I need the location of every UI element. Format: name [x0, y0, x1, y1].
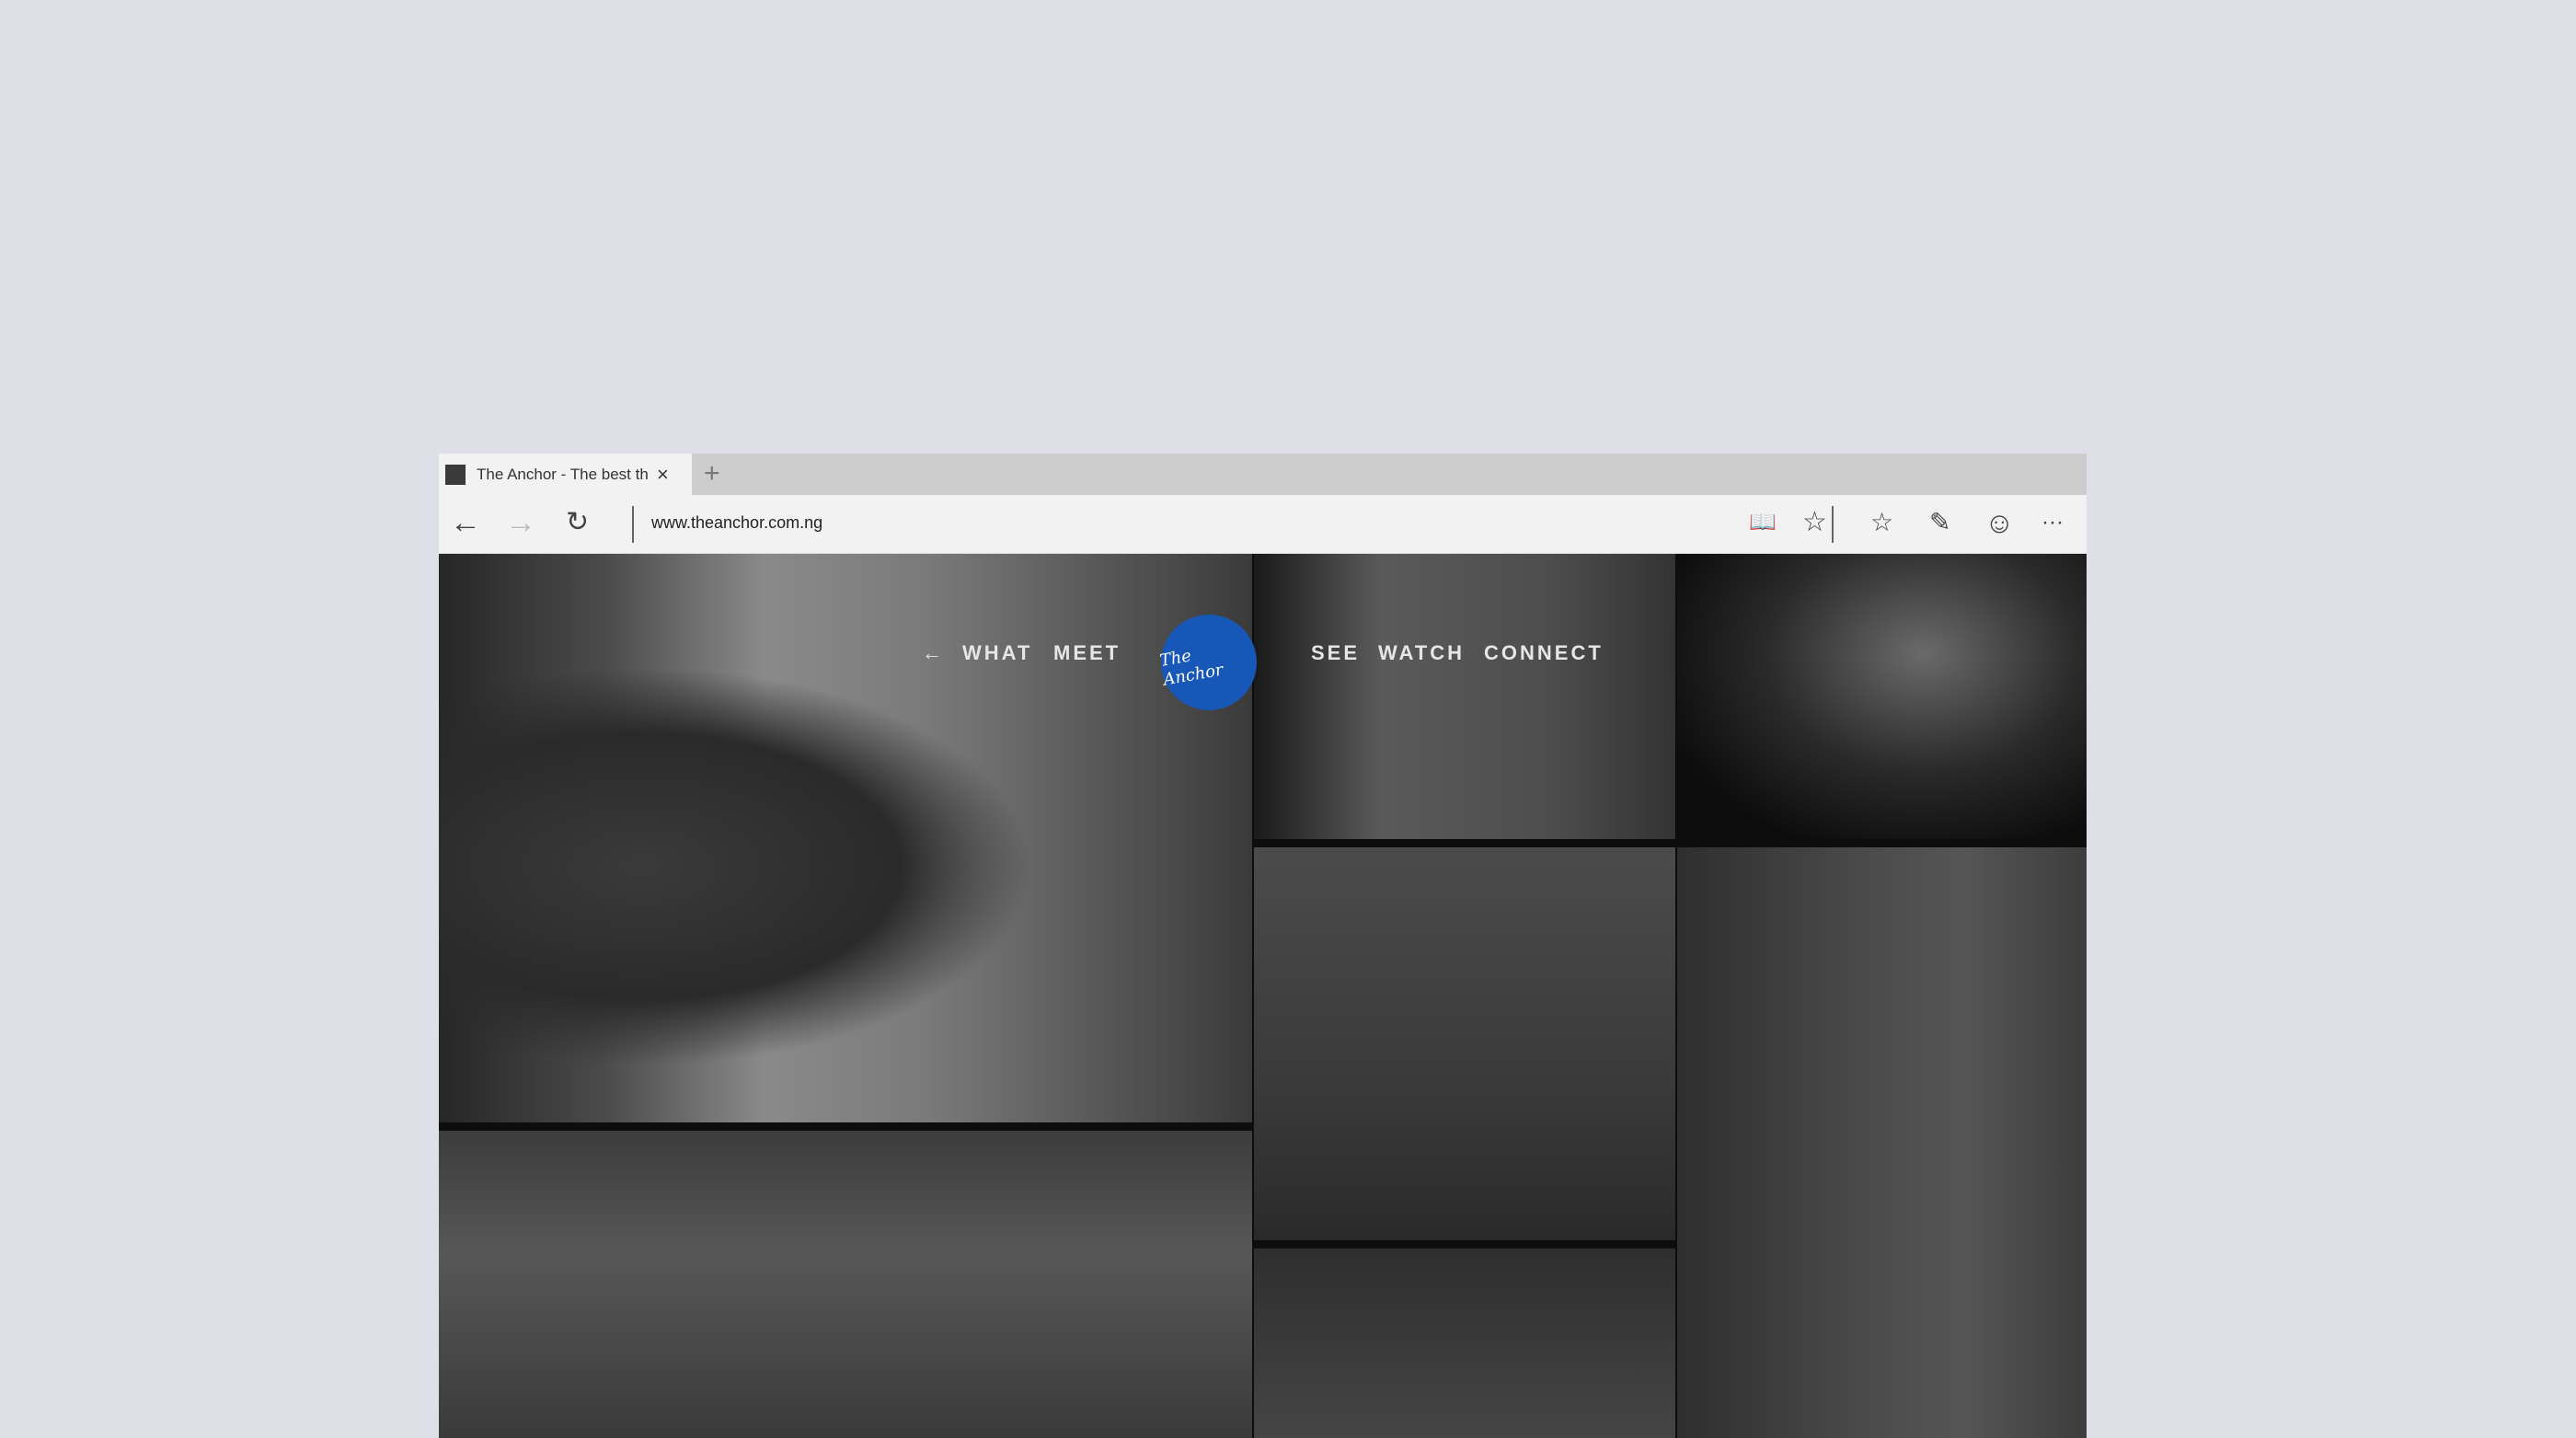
browser-tab[interactable]: The Anchor - The best th ×: [439, 454, 692, 495]
nav-connect[interactable]: CONNECT: [1484, 641, 1604, 665]
favicon-icon: [445, 464, 466, 485]
address-bar: ← → ↻ www.theanchor.com.ng 📖 ☆ ☆ ✎ ☺ ···: [439, 495, 2087, 554]
feedback-smiley-icon[interactable]: ☺: [1984, 504, 2015, 541]
nav-meet[interactable]: MEET: [1053, 641, 1121, 665]
browser-window: The Anchor - The best th × + ← → ↻ www.t…: [439, 454, 2087, 1438]
refresh-icon[interactable]: ↻: [566, 504, 589, 541]
photo-bookstore-pair: [1254, 847, 1675, 1240]
page-content: ← WHAT MEET The Anchor SEE WATCH CONNECT: [439, 554, 2087, 1438]
more-icon[interactable]: ···: [2041, 504, 2064, 541]
tab-title: The Anchor - The best th: [477, 465, 649, 483]
nav-back-arrow-icon[interactable]: ←: [922, 641, 942, 665]
the-anchor-logo[interactable]: The Anchor: [1158, 615, 1257, 710]
favorites-hub-icon[interactable]: ☆: [1870, 504, 1893, 541]
photo-podium-speaker: [439, 1131, 1252, 1438]
reading-view-icon[interactable]: 📖: [1749, 504, 1777, 541]
photo-man-bowtie: [1677, 847, 2087, 1438]
site-nav: ← WHAT MEET The Anchor SEE WATCH CONNECT: [439, 554, 2087, 710]
back-icon[interactable]: ←: [450, 504, 481, 541]
nav-what[interactable]: WHAT: [962, 641, 1032, 665]
forward-icon[interactable]: →: [505, 504, 536, 541]
logo-text: The Anchor: [1158, 646, 1225, 690]
divider: [1832, 506, 1834, 543]
url-input[interactable]: www.theanchor.com.ng: [651, 513, 822, 533]
web-note-icon[interactable]: ✎: [1929, 504, 1950, 541]
tab-bar: The Anchor - The best th × +: [439, 454, 2087, 495]
nav-see[interactable]: SEE: [1311, 641, 1360, 665]
new-tab-button[interactable]: +: [704, 458, 720, 489]
divider: [632, 506, 634, 543]
nav-watch[interactable]: WATCH: [1378, 641, 1465, 665]
photo-speakers-stage: [1254, 1248, 1675, 1438]
favorite-star-icon[interactable]: ☆: [1802, 504, 1827, 541]
close-tab-icon[interactable]: ×: [657, 463, 669, 487]
